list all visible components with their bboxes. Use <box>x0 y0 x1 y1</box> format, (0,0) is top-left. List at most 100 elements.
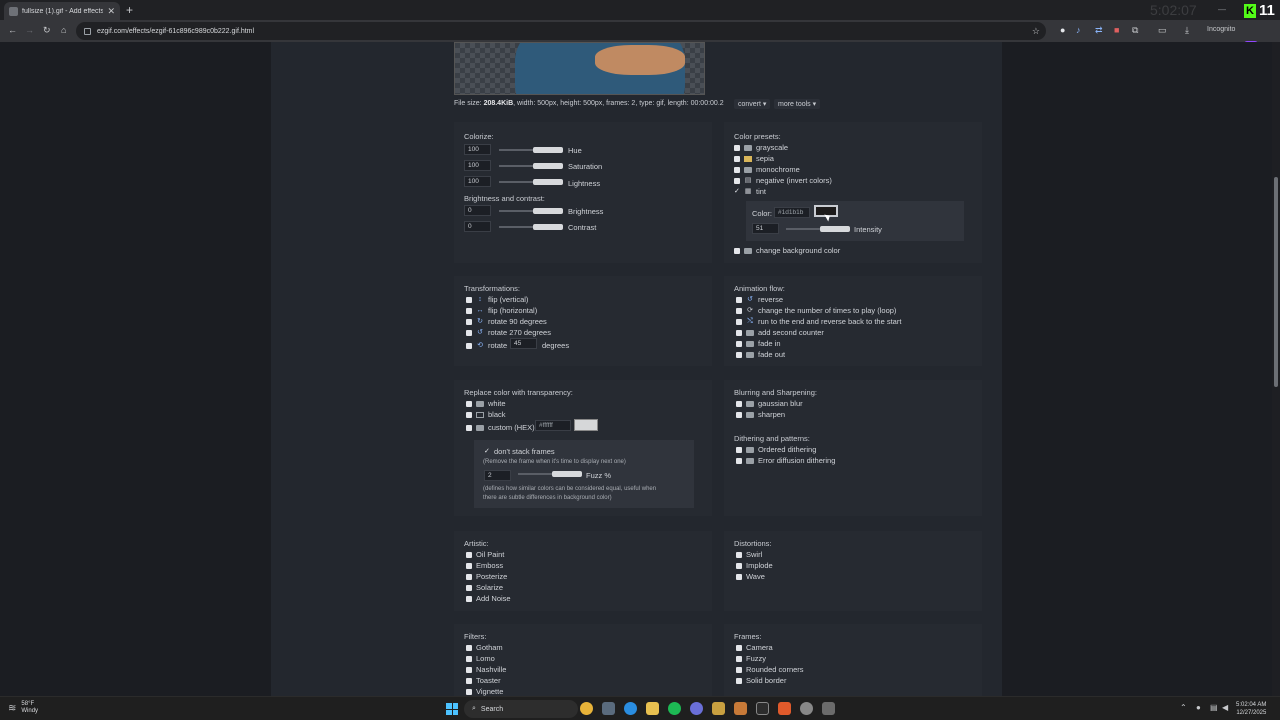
checkbox[interactable] <box>466 562 472 569</box>
new-tab-icon[interactable]: + <box>126 3 133 17</box>
task-view-icon[interactable] <box>602 702 615 715</box>
reload-icon[interactable]: ↻ <box>43 25 51 36</box>
checkbox[interactable] <box>734 155 740 162</box>
preset-grayscale[interactable]: grayscale <box>734 143 788 152</box>
checkbox[interactable] <box>736 351 742 358</box>
extension-translate-icon[interactable]: ⇄ <box>1095 25 1103 36</box>
sidebar-icon[interactable]: ▭ <box>1158 25 1167 36</box>
checkbox[interactable] <box>466 411 472 418</box>
edge-app-icon[interactable] <box>624 702 637 715</box>
replace-white-option[interactable]: white <box>466 399 506 408</box>
oil-paint-option[interactable]: Oil Paint <box>466 550 504 559</box>
solarize-option[interactable]: Solarize <box>466 583 503 592</box>
preset-sepia[interactable]: sepia <box>734 154 774 163</box>
checkbox[interactable] <box>466 400 472 407</box>
checkbox[interactable] <box>736 677 742 684</box>
volume-icon[interactable]: ◀ <box>1222 703 1228 712</box>
fade-out-option[interactable]: fade out <box>736 350 785 359</box>
extension-audio-icon[interactable]: ♪ <box>1076 25 1081 35</box>
implode-option[interactable]: Implode <box>736 561 773 570</box>
extension-dot-icon[interactable]: ● <box>1060 25 1065 35</box>
checkbox[interactable] <box>466 573 472 580</box>
terminal-app-icon[interactable] <box>756 702 769 715</box>
checkbox[interactable] <box>736 666 742 673</box>
file-explorer-icon[interactable] <box>646 702 659 715</box>
checkbox[interactable] <box>736 411 742 418</box>
gotham-option[interactable]: Gotham <box>466 643 503 652</box>
preset-negative[interactable]: ▤ negative (invert colors) <box>734 176 832 185</box>
app-icon[interactable] <box>712 702 725 715</box>
intensity-slider-handle[interactable] <box>820 226 850 232</box>
rounded-corners-option[interactable]: Rounded corners <box>736 665 804 674</box>
settings-app-icon[interactable] <box>822 702 835 715</box>
rotate-degrees-input[interactable]: 45 <box>510 338 537 349</box>
bookmark-star-icon[interactable]: ☆ <box>1032 26 1040 37</box>
camera-frame-option[interactable]: Camera <box>736 643 773 652</box>
contrast-slider-handle[interactable] <box>533 224 563 230</box>
spotify-app-icon[interactable] <box>668 702 681 715</box>
hue-slider[interactable] <box>499 147 563 153</box>
posterize-option[interactable]: Posterize <box>466 572 507 581</box>
gaussian-blur-option[interactable]: gaussian blur <box>736 399 803 408</box>
replace-custom-option[interactable]: custom (HEX): <box>466 423 537 432</box>
chrome-app-icon[interactable] <box>580 702 593 715</box>
checkbox-checked[interactable]: ✓ <box>734 188 740 195</box>
checkbox[interactable] <box>466 551 472 558</box>
extensions-puzzle-icon[interactable]: ⧉ <box>1132 25 1138 36</box>
window-minimize-icon[interactable]: — <box>1218 5 1226 14</box>
more-tools-button[interactable]: more tools ▾ <box>774 99 821 109</box>
fuzz-slider-handle[interactable] <box>552 471 582 477</box>
checkbox[interactable] <box>736 318 742 325</box>
change-background-option[interactable]: change background color <box>734 246 840 255</box>
tint-color-input[interactable]: #1d1b1b <box>774 207 810 218</box>
back-icon[interactable]: ← <box>8 25 17 35</box>
rotate-90-option[interactable]: ↻ rotate 90 degrees <box>466 317 547 326</box>
checkbox[interactable] <box>466 584 472 591</box>
solid-border-option[interactable]: Solid border <box>736 676 786 685</box>
replace-black-option[interactable]: black <box>466 410 506 419</box>
checkbox[interactable] <box>736 400 742 407</box>
tray-app-icon[interactable]: ● <box>1196 703 1201 712</box>
incognito-label[interactable]: Incognito <box>1207 26 1235 33</box>
address-bar[interactable]: ezgif.com/effects/ezgif-61c896c989c0b222… <box>76 22 1046 40</box>
ordered-dither-option[interactable]: Ordered dithering <box>736 445 816 454</box>
flip-horizontal-option[interactable]: ↔ flip (horizontal) <box>466 306 537 315</box>
browser-tab[interactable]: fullsize (1).gif - Add effects to o... ✕ <box>4 2 120 20</box>
brave-app-icon[interactable] <box>778 702 791 715</box>
vignette-option[interactable]: Vignette <box>466 687 503 696</box>
fuzzy-frame-option[interactable]: Fuzzy <box>736 654 766 663</box>
toaster-option[interactable]: Toaster <box>466 676 501 685</box>
checkbox[interactable] <box>736 644 742 651</box>
network-icon[interactable]: ▤ <box>1210 703 1218 712</box>
swirl-option[interactable]: Swirl <box>736 550 762 559</box>
scrollbar-thumb[interactable] <box>1274 177 1278 387</box>
checkbox[interactable] <box>736 340 742 347</box>
loop-option[interactable]: ⟳ change the number of times to play (loo… <box>736 306 896 315</box>
tray-chevron-icon[interactable]: ⌃ <box>1180 703 1187 712</box>
download-icon[interactable]: ⤓ <box>1185 25 1189 36</box>
checkbox[interactable] <box>736 655 742 662</box>
checkbox[interactable] <box>466 655 472 662</box>
taskbar-search[interactable]: ⌕ Search <box>464 700 578 718</box>
rotate-custom-option[interactable]: ⟲ rotate <box>466 341 507 350</box>
lightness-input[interactable]: 100 <box>464 176 491 187</box>
checkbox[interactable] <box>466 644 472 651</box>
checkbox-checked[interactable]: ✓ <box>484 448 490 455</box>
error-diffusion-option[interactable]: Error diffusion dithering <box>736 456 835 465</box>
brightness-slider[interactable] <box>499 208 563 214</box>
fuzz-slider[interactable] <box>518 471 582 477</box>
checkbox[interactable] <box>736 551 742 558</box>
checkbox[interactable] <box>736 446 742 453</box>
discord-app-icon[interactable] <box>690 702 703 715</box>
checkbox[interactable] <box>734 166 740 173</box>
add-noise-option[interactable]: Add Noise <box>466 594 511 603</box>
checkbox[interactable] <box>734 144 740 151</box>
nashville-option[interactable]: Nashville <box>466 665 506 674</box>
fade-in-option[interactable]: fade in <box>736 339 781 348</box>
counter-option[interactable]: add second counter <box>736 328 824 337</box>
brightness-slider-handle[interactable] <box>533 208 563 214</box>
start-button-icon[interactable] <box>446 703 458 715</box>
checkbox[interactable] <box>736 562 742 569</box>
contrast-input[interactable]: 0 <box>464 221 491 232</box>
preset-tint[interactable]: ✓ ▦ tint <box>734 187 766 196</box>
